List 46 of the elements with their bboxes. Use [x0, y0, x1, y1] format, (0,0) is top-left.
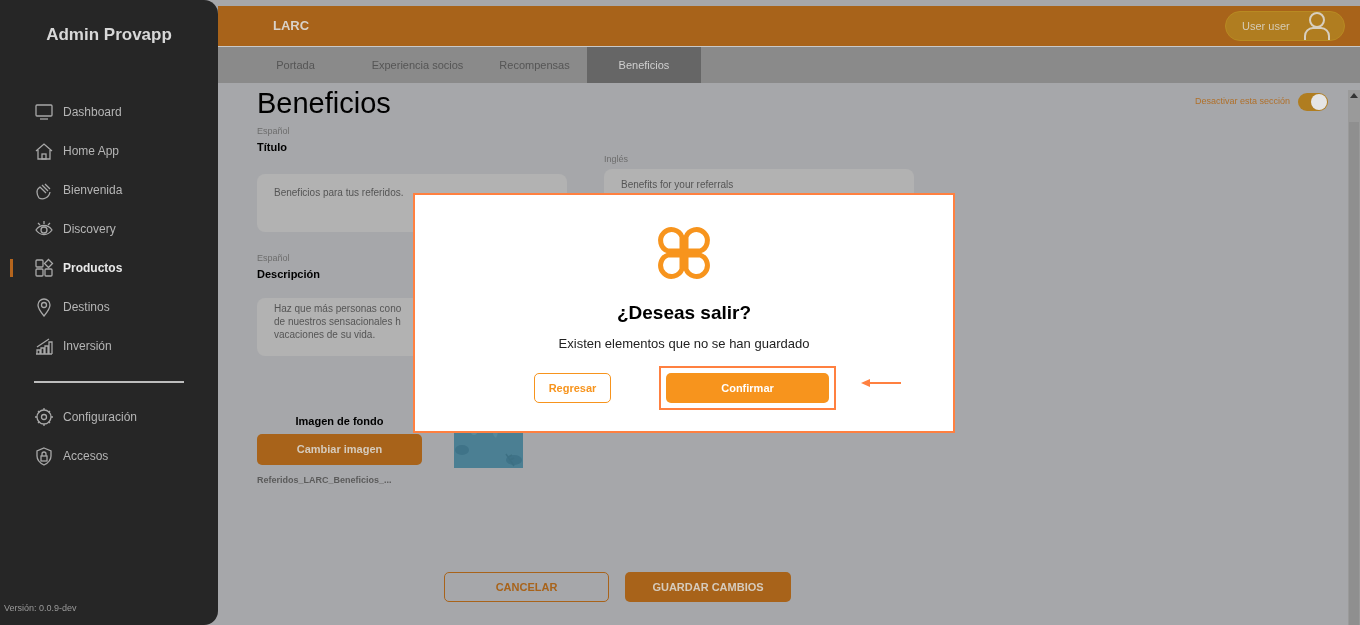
sidebar-item[interactable]: Destinos	[0, 287, 218, 327]
sidebar-item[interactable]: Inversión	[0, 326, 218, 366]
section-title: LARC	[273, 17, 310, 36]
sidebar-item[interactable]: Discovery	[0, 209, 218, 249]
save-button[interactable]: GUARDAR CAMBIOS	[625, 572, 791, 602]
language-label: Inglés	[604, 153, 630, 166]
sidebar-item[interactable]: Accesos	[0, 436, 218, 476]
sidebar-item[interactable]: Bienvenida	[0, 170, 218, 210]
change-image-button[interactable]: Cambiar imagen	[257, 433, 422, 465]
sidebar-item[interactable]: Dashboard	[0, 92, 218, 132]
field-label: Imagen de fondo	[294, 414, 385, 429]
language-label: Español	[257, 252, 291, 265]
field-label: Descripción	[257, 266, 321, 282]
gear-icon	[34, 407, 54, 427]
file-name: Referidos_LARC_Beneficios_...	[257, 473, 393, 487]
scroll-up-icon[interactable]	[1350, 92, 1358, 98]
confirm-button[interactable]: Confirmar	[666, 373, 829, 403]
back-button[interactable]: Regresar	[534, 373, 611, 403]
version-label: Versión: 0.0.9-dev	[4, 601, 78, 615]
tab[interactable]: Beneficios	[587, 47, 701, 83]
map-pin-icon	[34, 297, 54, 317]
cancel-button[interactable]: CANCELAR	[444, 572, 609, 602]
page-heading: Beneficios	[257, 86, 391, 121]
monitor-icon	[34, 102, 54, 122]
arrow-icon	[861, 379, 902, 387]
scrollbar[interactable]	[1348, 90, 1360, 625]
field-value: Beneficios para tus referidos.	[274, 187, 404, 198]
toggle-label: Desactivar esta sección	[1194, 95, 1290, 109]
field-value: Benefits for your referrals	[621, 178, 734, 190]
field-label: Título	[257, 139, 288, 155]
section-toggle[interactable]	[1298, 93, 1328, 111]
user-icon	[1304, 11, 1330, 41]
description-line: de nuestros sensacionales h	[274, 315, 402, 328]
sidebar-item[interactable]: Productos	[0, 248, 218, 288]
user-menu[interactable]: User user	[1225, 11, 1345, 41]
brand-title: Admin Provapp	[45, 24, 173, 46]
language-label: Español	[257, 125, 291, 138]
shield-lock-icon	[34, 446, 54, 466]
sidebar-item[interactable]: Home App	[0, 131, 218, 171]
dialog-title: ¿Deseas salir?	[616, 301, 752, 325]
sidebar-item[interactable]: Configuración	[0, 397, 218, 437]
description-line: Haz que más personas cono	[274, 302, 403, 315]
grid-icon	[34, 258, 54, 278]
house-icon	[34, 141, 54, 161]
description-line: vacaciones de su vida.	[274, 328, 377, 341]
bar-chart-icon	[34, 336, 54, 356]
